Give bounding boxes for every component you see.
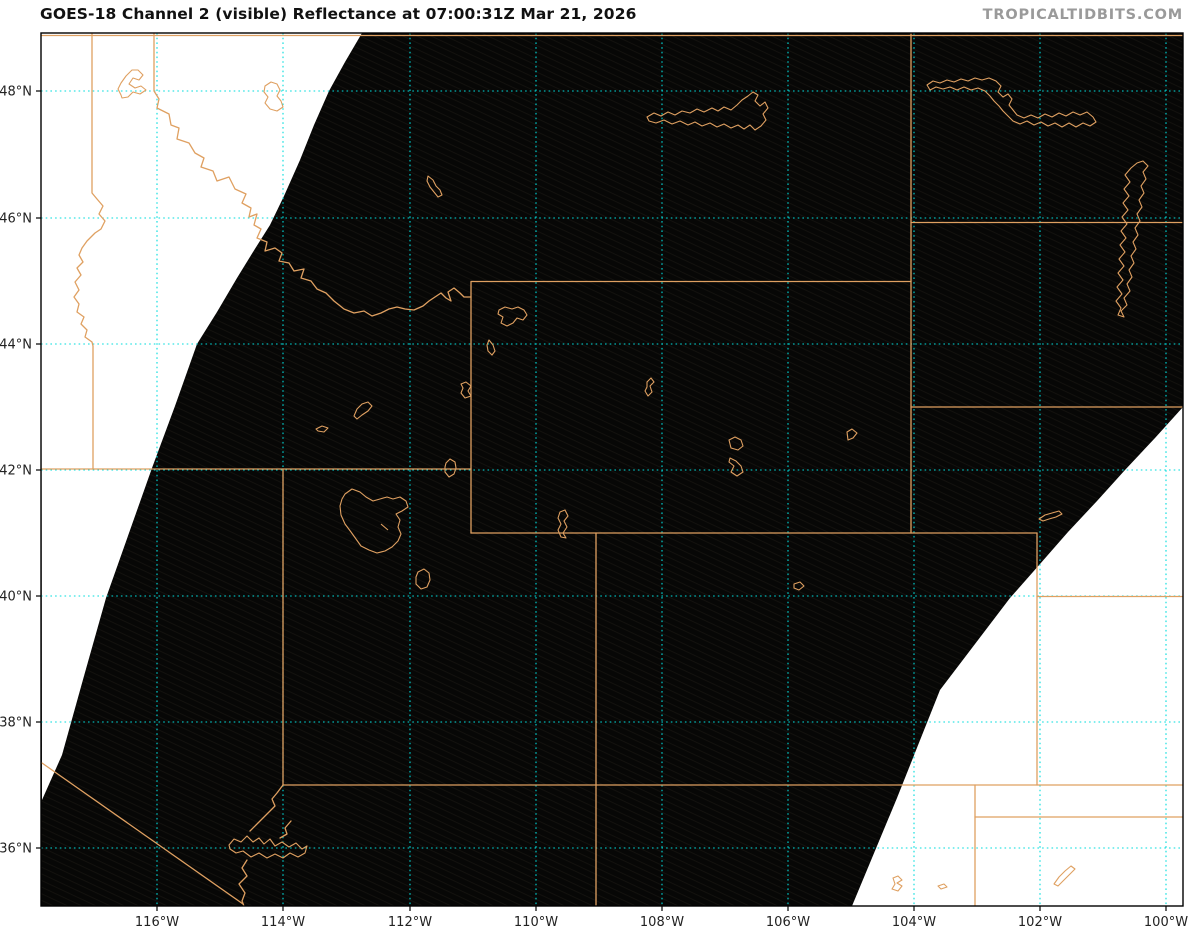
latitude-label: 48°N	[0, 85, 32, 100]
latitude-label: 44°N	[0, 338, 32, 353]
satellite-map-canvas: 116°W 114°W 112°W 110°W 108°W 106°W 104°W 102°W…	[0, 32, 1188, 929]
longitude-label: 102°W	[1018, 915, 1062, 929]
longitude-label: 100°W	[1144, 915, 1188, 929]
latitude-label: 38°N	[0, 716, 32, 731]
longitude-label: 110°W	[514, 915, 558, 929]
latitude-label: 42°N	[0, 464, 32, 479]
latitude-label: 40°N	[0, 590, 32, 605]
longitude-label: 112°W	[388, 915, 432, 929]
latitude-label: 46°N	[0, 212, 32, 227]
latitude-label: 36°N	[0, 842, 32, 857]
longitude-label: 114°W	[261, 915, 305, 929]
longitude-label: 106°W	[766, 915, 810, 929]
longitude-label: 116°W	[135, 915, 179, 929]
longitude-label: 104°W	[892, 915, 936, 929]
longitude-label: 108°W	[640, 915, 684, 929]
